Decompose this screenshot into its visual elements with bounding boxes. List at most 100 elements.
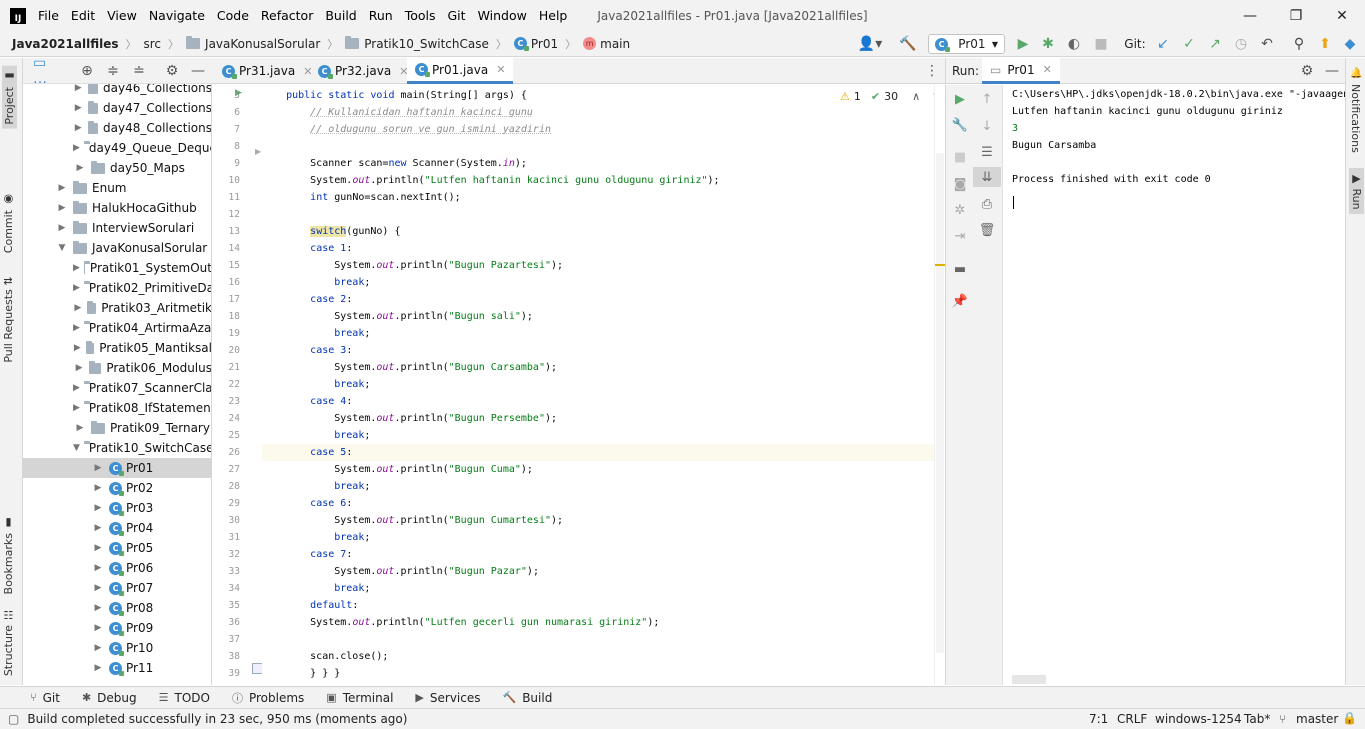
- tree-class-item[interactable]: ▶ C Pr09: [23, 618, 211, 638]
- up-arrow-icon[interactable]: ↑: [973, 89, 1001, 109]
- editor-scrollbar[interactable]: [934, 85, 949, 685]
- debug-icon[interactable]: ✱: [1038, 31, 1058, 57]
- tree-folder-item[interactable]: ▶ Pratik09_Ternary: [23, 418, 211, 438]
- chevron-right-icon[interactable]: ▶: [91, 563, 105, 573]
- chevron-right-icon[interactable]: ▶: [91, 623, 105, 633]
- stop-icon[interactable]: ■: [1091, 31, 1111, 57]
- code-line[interactable]: break;: [262, 427, 934, 444]
- commit-tool-tab[interactable]: Commit ◉: [2, 193, 15, 253]
- chevron-right-icon[interactable]: ▶: [73, 143, 80, 153]
- terminal-tool-button[interactable]: ▣ Terminal: [326, 691, 393, 705]
- tree-class-item[interactable]: ▶ C Pr02: [23, 478, 211, 498]
- tree-folder-item[interactable]: ▶ Pratik08_IfStatement: [23, 398, 211, 418]
- chevron-right-icon[interactable]: ▶: [73, 323, 80, 333]
- code-line[interactable]: break;: [262, 478, 934, 495]
- chevron-right-icon[interactable]: ▶: [91, 483, 105, 493]
- menu-build[interactable]: Build: [325, 8, 356, 23]
- tree-folder-item[interactable]: ▶ Pratik01_SystemOut: [23, 258, 211, 278]
- code-line[interactable]: case 6:: [262, 495, 934, 512]
- indent-setting[interactable]: Tab*: [1244, 712, 1270, 726]
- tree-class-item[interactable]: ▶ C Pr03: [23, 498, 211, 518]
- tree-class-item[interactable]: ▶ C Pr01: [23, 458, 211, 478]
- chevron-right-icon[interactable]: ▶: [73, 403, 80, 413]
- status-message[interactable]: Build completed successfully in 23 sec, …: [27, 712, 407, 726]
- tree-folder-item[interactable]: ▶ Pratik03_Aritmetik: [23, 298, 211, 318]
- tree-folder-item[interactable]: ▼ Pratik10_SwitchCase: [23, 438, 211, 458]
- run-tool-tab[interactable]: ▶ Run: [1349, 168, 1364, 214]
- chevron-right-icon[interactable]: ▶: [91, 543, 105, 553]
- restore-button[interactable]: ❐: [1273, 0, 1319, 31]
- menu-git[interactable]: Git: [448, 8, 466, 23]
- code-line[interactable]: public static void main(String[] args) {: [262, 87, 934, 104]
- search-icon[interactable]: ⚲: [1289, 31, 1309, 57]
- git-tool-button[interactable]: ⑂ Git: [30, 691, 60, 705]
- chevron-right-icon[interactable]: ▶: [55, 223, 69, 233]
- tree-class-item[interactable]: ▶ C Pr07: [23, 578, 211, 598]
- hide-panel-icon[interactable]: —: [1323, 58, 1341, 84]
- restore-layout-icon[interactable]: ✲: [946, 200, 974, 220]
- history-icon[interactable]: ◷: [1231, 31, 1251, 57]
- code-line[interactable]: System.out.println("Bugun Carsamba");: [262, 359, 934, 376]
- tree-class-item[interactable]: ▶ C Pr11: [23, 658, 211, 678]
- breadcrumb-method[interactable]: main: [600, 37, 630, 51]
- chevron-right-icon[interactable]: ▶: [55, 203, 69, 213]
- chevron-right-icon[interactable]: ▶: [55, 183, 69, 193]
- code-line[interactable]: System.out.println("Lutfen gecerli gun n…: [262, 614, 934, 631]
- caret-position[interactable]: 7:1: [1089, 712, 1108, 726]
- code-line[interactable]: System.out.println("Bugun Cumartesi");: [262, 512, 934, 529]
- camera-icon[interactable]: ◙: [946, 174, 974, 194]
- notifications-bell-icon[interactable]: 🔔: [1350, 68, 1362, 79]
- tab-pr31[interactable]: C Pr31.java ✕: [214, 58, 320, 84]
- chevron-right-icon[interactable]: ▶: [91, 603, 105, 613]
- close-tab-icon[interactable]: ✕: [1043, 63, 1052, 76]
- fold-icon[interactable]: ▶: [255, 147, 261, 156]
- chevron-right-icon[interactable]: ▶: [73, 423, 87, 433]
- chevron-down-icon[interactable]: ▼: [73, 443, 80, 453]
- code-line[interactable]: System.out.println("Bugun Cuma");: [262, 461, 934, 478]
- status-square-icon[interactable]: ▢: [8, 712, 19, 726]
- file-encoding[interactable]: windows-1254: [1155, 712, 1242, 726]
- chevron-right-icon[interactable]: ▶: [73, 363, 85, 373]
- code-line[interactable]: // oldugunu sorun ve gun ismini yazdirin: [262, 121, 934, 138]
- code-line[interactable]: System.out.println("Bugun Pazartesi");: [262, 257, 934, 274]
- menu-help[interactable]: Help: [539, 8, 568, 23]
- chevron-right-icon[interactable]: ▶: [73, 103, 84, 113]
- tree-folder-item[interactable]: ▶ Pratik02_PrimitiveData: [23, 278, 211, 298]
- notifications-tool-tab[interactable]: Notifications: [1349, 84, 1362, 153]
- trash-icon[interactable]: 🗑: [973, 220, 1001, 240]
- code-line[interactable]: System.out.println("Lutfen haftanin kaci…: [262, 172, 934, 189]
- code-line[interactable]: } } }: [262, 665, 934, 682]
- git-push-icon[interactable]: ↗: [1205, 31, 1225, 57]
- menu-navigate[interactable]: Navigate: [149, 8, 205, 23]
- chevron-right-icon[interactable]: ▶: [73, 383, 80, 393]
- chevron-right-icon[interactable]: ▶: [91, 643, 105, 653]
- chevron-right-icon[interactable]: ▶: [73, 303, 83, 313]
- tree-folder-item[interactable]: ▶ day49_Queue_Deque: [23, 138, 211, 158]
- pin-icon[interactable]: 📌: [946, 291, 974, 311]
- code-line[interactable]: // Kullanicidan haftanin kacinci gunu: [262, 104, 934, 121]
- chevron-right-icon[interactable]: ▶: [91, 463, 105, 473]
- coverage-icon[interactable]: ◐: [1063, 31, 1085, 57]
- chevron-right-icon[interactable]: ▶: [91, 663, 105, 673]
- code-line[interactable]: Scanner scan=new Scanner(System.in);: [262, 155, 934, 172]
- code-line[interactable]: break;: [262, 376, 934, 393]
- menu-refactor[interactable]: Refactor: [261, 8, 313, 23]
- chevron-right-icon[interactable]: ▶: [73, 123, 84, 133]
- menu-file[interactable]: File: [38, 8, 59, 23]
- more-tabs-icon[interactable]: ⋮: [924, 58, 940, 84]
- tab-pr01[interactable]: C Pr01.java ✕: [407, 58, 514, 84]
- code-editor[interactable]: ⚠1 ✔30 ∧ ∨ public static void main(Strin…: [262, 85, 934, 685]
- tree-class-item[interactable]: ▶ C Pr04: [23, 518, 211, 538]
- tab-pr32[interactable]: C Pr32.java ✕: [310, 58, 416, 84]
- code-line[interactable]: System.out.println("Bugun Persembe");: [262, 410, 934, 427]
- pull-requests-tool-tab[interactable]: Pull Requests ⇅: [2, 276, 15, 363]
- services-tool-button[interactable]: ▶ Services: [415, 691, 480, 705]
- code-line[interactable]: scan.close();: [262, 648, 934, 665]
- git-update-icon[interactable]: ↙: [1153, 31, 1173, 57]
- tree-folder-item[interactable]: ▶ day50_Maps: [23, 158, 211, 178]
- tree-class-item[interactable]: ▶ C Pr10: [23, 638, 211, 658]
- chevron-right-icon[interactable]: ▶: [91, 583, 105, 593]
- tree-folder-item[interactable]: ▼ JavaKonusalSorular: [23, 238, 211, 258]
- tree-folder-item[interactable]: ▶ InterviewSorulari: [23, 218, 211, 238]
- console-scrollbar[interactable]: [1012, 675, 1046, 684]
